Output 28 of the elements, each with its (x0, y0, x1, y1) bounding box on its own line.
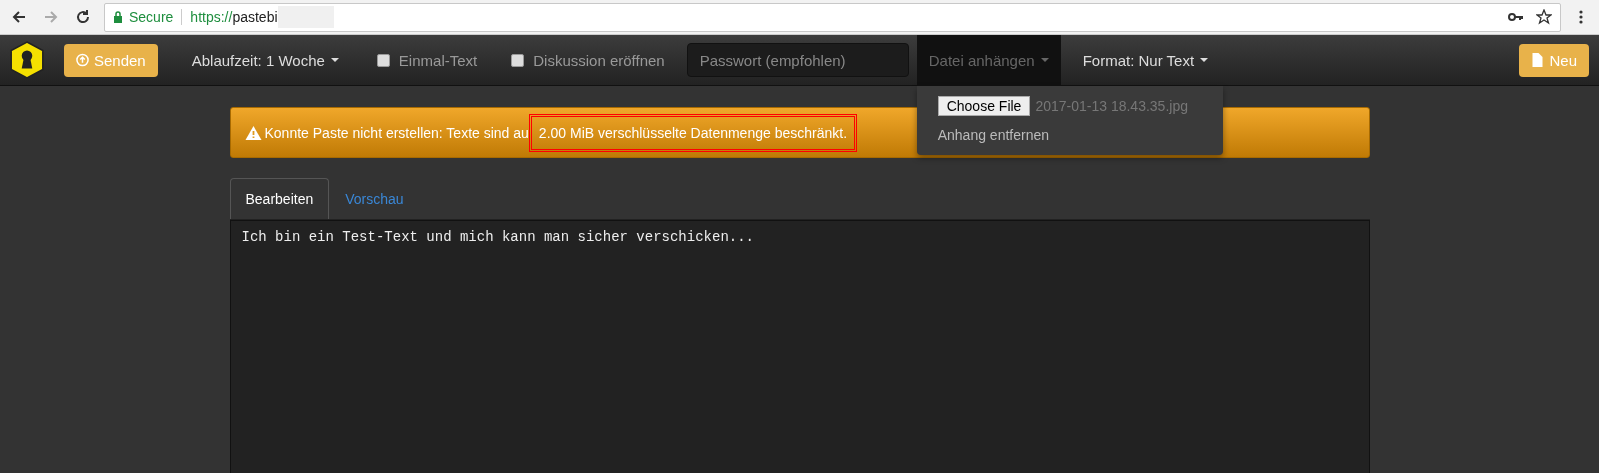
highlighted-text: 2.00 MiB verschlüsselte Datenmenge beschränkt. (528, 113, 858, 152)
menu-icon[interactable] (1579, 9, 1583, 25)
checkbox-option[interactable]: Einmal-Text (376, 51, 478, 69)
format-dropdown[interactable]: Format: Nur Text (1064, 35, 1227, 85)
secure-label: Secure (129, 9, 174, 25)
address-bar[interactable]: Secure https://pastebi (104, 2, 1561, 32)
upload-icon (76, 53, 89, 67)
url-text: https://pastebi (190, 9, 278, 25)
file-name: 2017-01-13 18.43.35.jpg (1035, 98, 1188, 114)
alert-text: Konnte Paste nicht erstellen: Texte sind au (264, 124, 529, 141)
checkbox-label: Einmal-Text (398, 51, 478, 69)
tab[interactable]: Vorschau (329, 178, 420, 219)
password-field[interactable]: Passwort (empfohlen) (686, 43, 909, 77)
choose-file-button[interactable]: Choose File (937, 96, 1031, 116)
lock-icon (113, 11, 123, 23)
checkbox[interactable] (376, 53, 390, 67)
remove-attachment-item[interactable]: Anhang entfernen (937, 127, 1202, 143)
keyhole-logo-icon[interactable] (10, 41, 44, 79)
back-icon[interactable] (11, 9, 27, 25)
attach-dropdown[interactable]: Datei anhängen (916, 35, 1061, 85)
text-editor[interactable]: Ich bin ein Test-Text und mich kann man sicher verschicken... (229, 220, 1370, 473)
expiry-dropdown[interactable]: Ablaufzeit: 1 Woche (173, 35, 357, 85)
reload-icon[interactable] (75, 9, 91, 25)
document-icon (1531, 53, 1545, 67)
star-icon[interactable] (1536, 9, 1552, 25)
warning-icon (244, 125, 262, 140)
tab[interactable]: Bearbeiten (229, 178, 330, 219)
checkbox[interactable] (511, 53, 525, 67)
